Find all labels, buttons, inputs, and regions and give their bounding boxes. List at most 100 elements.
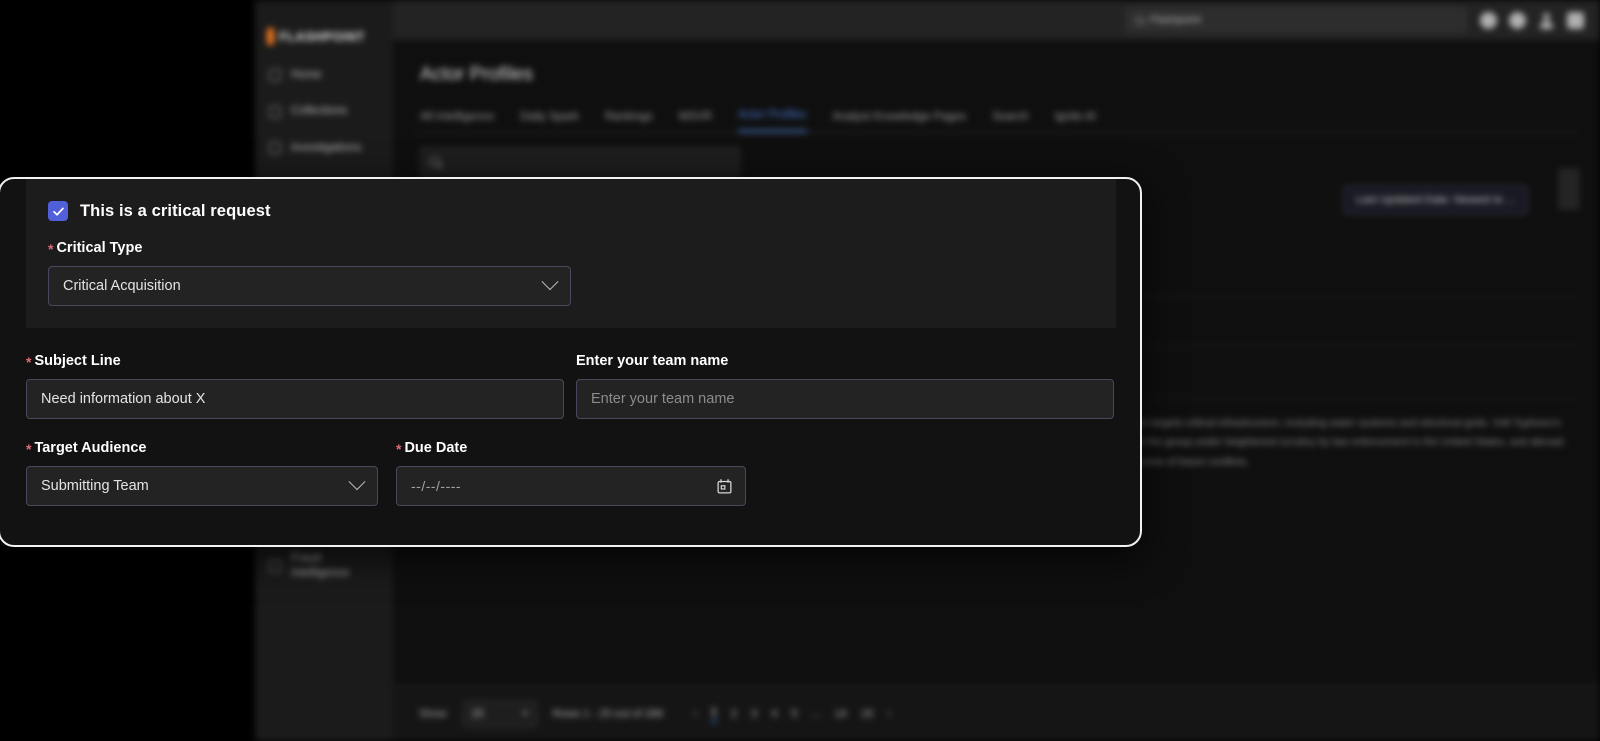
team-name-input[interactable]: Enter your team name: [576, 379, 1114, 419]
collections-icon: [269, 105, 281, 118]
fraud-icon: [269, 559, 281, 572]
global-search-input[interactable]: Flashpoint: [1126, 8, 1466, 32]
target-audience-select[interactable]: Submitting Team: [26, 466, 378, 506]
critical-request-checkbox-label: This is a critical request: [80, 201, 271, 220]
critical-request-checkbox-row[interactable]: This is a critical request: [48, 201, 1116, 221]
globe-icon[interactable]: [1480, 11, 1497, 29]
sidebar-item-collections[interactable]: Collections: [255, 93, 393, 129]
content-search-input[interactable]: [420, 147, 740, 177]
due-date-label-row: * Due Date: [396, 440, 467, 456]
pagination-bar: Show 25 ▾ Rows 1 - 25 out of 286 ‹ 1 2 3…: [393, 685, 1600, 741]
critical-request-checkbox[interactable]: [48, 201, 68, 221]
team-name-label: Enter your team name: [576, 353, 729, 369]
check-icon: [52, 207, 64, 216]
critical-type-field: * Critical Type Critical Acquisition: [48, 239, 1116, 306]
page-number-list: ‹ 1 2 3 4 5 ... 14 15 ›: [693, 706, 891, 722]
home-icon: [269, 69, 281, 82]
team-name-field: Enter your team name Enter your team nam…: [576, 352, 1114, 419]
apps-icon[interactable]: [1567, 11, 1584, 29]
sidebar-item-fraud-intelligence[interactable]: Fraud Intelligence: [255, 540, 393, 591]
page-number[interactable]: 5: [791, 708, 797, 720]
flashpoint-mark-icon: [267, 28, 274, 45]
investigations-icon: [269, 141, 281, 154]
tab-all-intelligence[interactable]: All Intelligence: [420, 111, 494, 132]
page-ellipsis: ...: [811, 707, 821, 720]
tab-rankings[interactable]: Rankings: [605, 111, 653, 132]
topbar-icon-group: [1480, 11, 1584, 29]
row-range-text: Rows 1 - 25 out of 286: [552, 707, 664, 720]
subject-line-value: Need information about X: [41, 391, 206, 407]
global-search-placeholder: Flashpoint: [1150, 14, 1201, 26]
due-date-label: Due Date: [404, 440, 468, 456]
tab-search[interactable]: Search: [992, 111, 1028, 132]
critical-type-label-row: * Critical Type: [48, 240, 142, 256]
tab-bar: All Intelligence Daily Spark Rankings MS…: [420, 102, 1578, 132]
due-date-input[interactable]: --/--/----: [396, 466, 746, 506]
sort-dropdown[interactable]: Last Updated Date: Newest to ...: [1343, 185, 1528, 215]
page-size-select[interactable]: 25 ▾: [462, 700, 537, 727]
chevron-down-icon: [348, 473, 366, 491]
critical-request-form-modal: This is a critical request * Critical Ty…: [0, 177, 1142, 547]
sidebar-item-label: Home: [291, 69, 322, 81]
target-audience-value: Submitting Team: [41, 478, 149, 494]
sidebar-item-investigations[interactable]: Investigations: [255, 130, 393, 166]
search-icon: [1135, 15, 1144, 25]
due-date-field: * Due Date --/--/----: [396, 439, 746, 506]
brand-logo: FLASHPOINT: [255, 0, 393, 45]
due-date-placeholder: --/--/----: [411, 478, 462, 494]
sidebar-bottom-group: Fraud Intelligence: [255, 540, 393, 591]
subject-line-label: Subject Line: [34, 353, 121, 369]
calendar-icon[interactable]: [716, 478, 733, 495]
chevron-down-icon: [541, 273, 559, 291]
page-number[interactable]: 2: [731, 708, 737, 720]
tab-ignite-ai[interactable]: Ignite AI: [1055, 111, 1097, 132]
page-number[interactable]: 14: [835, 708, 847, 720]
tab-daily-spark[interactable]: Daily Spark: [520, 111, 579, 132]
page-size-value: 25: [471, 707, 484, 720]
sidebar-item-home[interactable]: Home: [255, 57, 393, 93]
target-audience-label-row: * Target Audience: [26, 440, 146, 456]
more-options-button[interactable]: [1558, 168, 1580, 210]
bell-icon[interactable]: [1509, 11, 1526, 29]
team-name-label-row: Enter your team name: [576, 353, 728, 369]
sort-dropdown-label: Last Updated Date: Newest to ...: [1356, 194, 1515, 206]
subject-line-field: * Subject Line Need information about X: [26, 352, 576, 419]
critical-type-select[interactable]: Critical Acquisition: [48, 266, 571, 306]
required-marker: *: [26, 354, 32, 370]
required-marker: *: [26, 441, 32, 457]
subject-and-team-row: * Subject Line Need information about X …: [0, 328, 1140, 419]
top-bar: Flashpoint: [255, 0, 1600, 40]
sidebar-item-label: Investigations: [291, 141, 362, 154]
tab-msvr[interactable]: MSVR: [679, 111, 712, 132]
target-audience-label: Target Audience: [34, 440, 147, 456]
subject-line-input[interactable]: Need information about X: [26, 379, 564, 419]
search-icon: [430, 157, 440, 167]
page-number[interactable]: 1: [710, 706, 718, 722]
next-page-button[interactable]: ›: [887, 708, 891, 720]
prev-page-button[interactable]: ‹: [693, 708, 697, 720]
required-marker: *: [396, 441, 402, 457]
sidebar-item-label: Fraud Intelligence: [291, 552, 350, 579]
critical-type-value: Critical Acquisition: [63, 278, 181, 294]
user-icon[interactable]: [1538, 12, 1555, 29]
page-size-label: Show: [419, 707, 447, 720]
target-audience-field: * Target Audience Submitting Team: [26, 439, 378, 506]
search-row: [420, 147, 1578, 177]
tab-divider: [415, 132, 1578, 133]
tab-analyst-knowledge-pages[interactable]: Analyst Knowledge Pages: [833, 111, 967, 132]
subject-line-label-row: * Subject Line: [26, 353, 121, 369]
page-number[interactable]: 3: [751, 708, 757, 720]
team-name-placeholder: Enter your team name: [591, 391, 735, 407]
page-title: Actor Profiles: [420, 64, 533, 85]
critical-request-panel: This is a critical request * Critical Ty…: [26, 179, 1116, 328]
audience-and-date-row: * Target Audience Submitting Team * Due …: [0, 419, 1140, 506]
brand-name: FLASHPOINT: [279, 29, 365, 44]
screen: Flashpoint FLASHPOINT Home Collections I…: [0, 0, 1600, 741]
sidebar-item-label: Collections: [291, 105, 348, 118]
required-marker: *: [48, 241, 54, 257]
page-number[interactable]: 4: [771, 708, 777, 720]
page-number[interactable]: 15: [861, 708, 873, 720]
tab-actor-profiles[interactable]: Actor Profiles: [738, 109, 807, 132]
critical-type-label: Critical Type: [56, 240, 143, 256]
chevron-down-icon: ▾: [523, 708, 528, 718]
